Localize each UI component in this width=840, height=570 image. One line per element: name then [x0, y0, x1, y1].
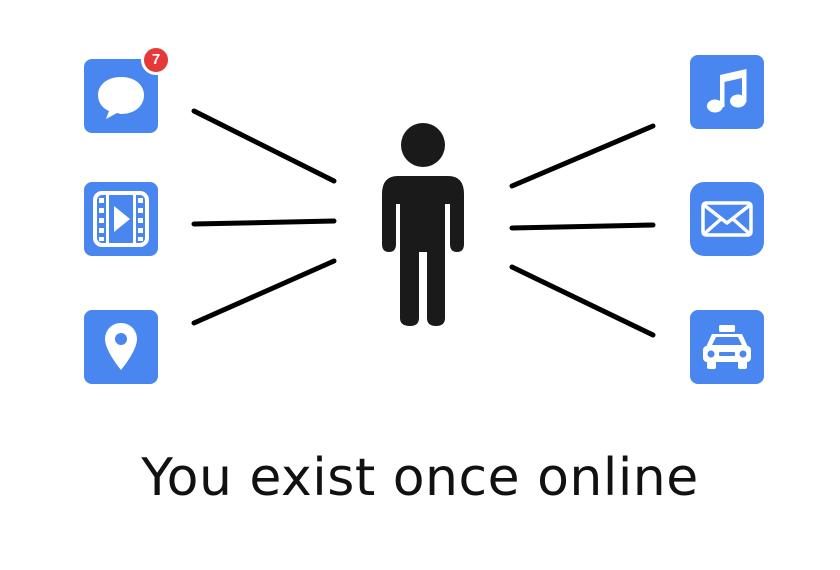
diagram: 7 You exist once online [0, 0, 840, 570]
mail-icon [701, 201, 753, 237]
music-app-tile[interactable] [690, 55, 764, 129]
mail-app-tile[interactable] [690, 182, 764, 256]
music-note-icon [707, 69, 747, 113]
taxi-app-tile[interactable] [690, 310, 764, 384]
chat-app-tile[interactable]: 7 [84, 45, 171, 133]
caption: You exist once online [141, 448, 699, 508]
notification-badge: 7 [141, 45, 171, 75]
map-pin-icon [105, 323, 137, 370]
video-icon [93, 191, 149, 247]
video-app-tile[interactable] [84, 182, 158, 256]
taxi-icon [703, 325, 751, 369]
map-app-tile[interactable] [84, 310, 158, 384]
